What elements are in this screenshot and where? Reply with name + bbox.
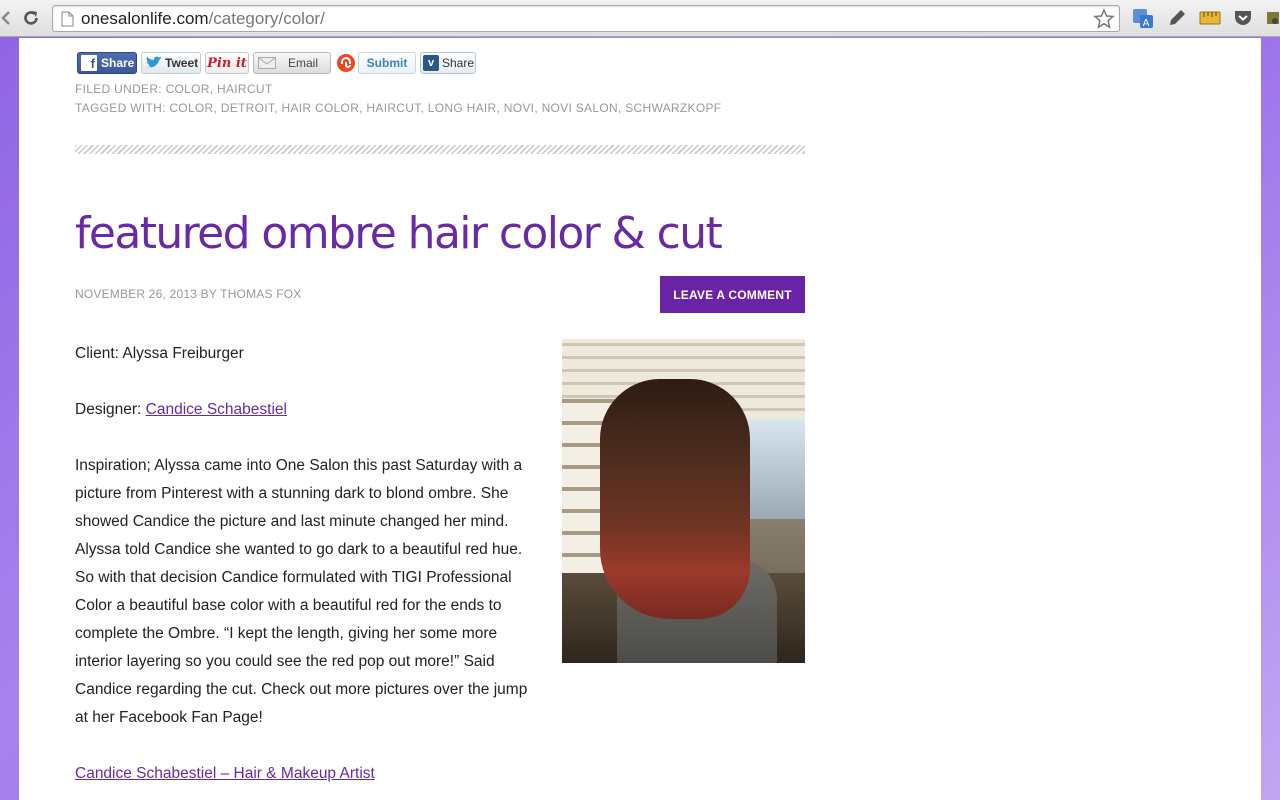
bookmark-star-icon[interactable] — [1093, 8, 1115, 30]
url-host: onesalonlife.com — [81, 9, 209, 28]
url-path: /category/color/ — [208, 9, 325, 28]
facebook-share-label: Share — [101, 56, 135, 70]
vk-share-button[interactable]: v Share — [420, 52, 476, 74]
svg-text:A: A — [1143, 18, 1150, 29]
stumbleupon-icon[interactable] — [337, 54, 355, 72]
vk-icon: v — [423, 55, 439, 71]
pinterest-pin-label: Pin it — [207, 55, 247, 71]
footer-link-line: Candice Schabestiel – Hair & Makeup Arti… — [75, 760, 535, 788]
facebook-icon: f — [81, 55, 97, 71]
section-divider — [75, 145, 805, 154]
pinterest-pin-button[interactable]: Pin it — [205, 52, 249, 74]
email-share-button[interactable]: Email — [253, 52, 331, 74]
envelope-icon — [258, 57, 276, 69]
hair-photo[interactable] — [562, 339, 805, 663]
pencil-extension-icon[interactable] — [1166, 7, 1188, 29]
post-byline: NOVEMBER 26, 2013 BY THOMAS FOX — [75, 287, 302, 301]
designer-label: Designer: — [75, 401, 146, 418]
facebook-share-button[interactable]: f Share — [77, 52, 137, 74]
designer-line: Designer: Candice Schabestiel — [75, 396, 535, 424]
address-bar[interactable]: onesalonlife.com/category/color/ — [52, 5, 1120, 32]
page-icon — [61, 11, 74, 27]
share-bar: f Share Tweet Pin it Email Submit v Shar… — [75, 52, 805, 75]
ruler-extension-icon[interactable] — [1199, 7, 1221, 29]
post-body: Client: Alyssa Freiburger Designer: Cand… — [75, 340, 535, 800]
filed-under: FILED UNDER: COLOR, HAIRCUT — [75, 82, 273, 96]
browser-toolbar: onesalonlife.com/category/color/ A — [0, 0, 1280, 37]
leave-comment-button[interactable]: LEAVE A COMMENT — [660, 276, 805, 313]
email-share-label: Email — [288, 56, 319, 70]
web-page: f Share Tweet Pin it Email Submit v Shar… — [19, 38, 1261, 800]
twitter-tweet-label: Tweet — [165, 56, 199, 70]
client-line: Client: Alyssa Freiburger — [75, 345, 244, 362]
menu-icon[interactable] — [1264, 7, 1280, 29]
tagged-with: TAGGED WITH: COLOR, DETROIT, HAIR COLOR,… — [75, 101, 722, 115]
twitter-bird-icon — [146, 56, 162, 68]
reload-icon[interactable] — [20, 7, 42, 29]
url-text: onesalonlife.com/category/color/ — [81, 9, 325, 29]
pocket-extension-icon[interactable] — [1232, 7, 1254, 29]
hair-makeup-artist-link[interactable]: Candice Schabestiel – Hair & Makeup Arti… — [75, 765, 375, 782]
translate-extension-icon[interactable]: A — [1132, 7, 1154, 29]
stumbleupon-submit-label: Submit — [366, 56, 408, 70]
back-icon[interactable] — [0, 7, 12, 29]
stumbleupon-submit-button[interactable]: Submit — [358, 52, 416, 74]
post-title[interactable]: featured ombre hair color & cut — [75, 208, 723, 259]
twitter-tweet-button[interactable]: Tweet — [141, 52, 201, 74]
designer-link[interactable]: Candice Schabestiel — [146, 401, 287, 418]
vk-share-label: Share — [442, 56, 475, 70]
inspiration-paragraph: Inspiration; Alyssa came into One Salon … — [75, 457, 528, 726]
